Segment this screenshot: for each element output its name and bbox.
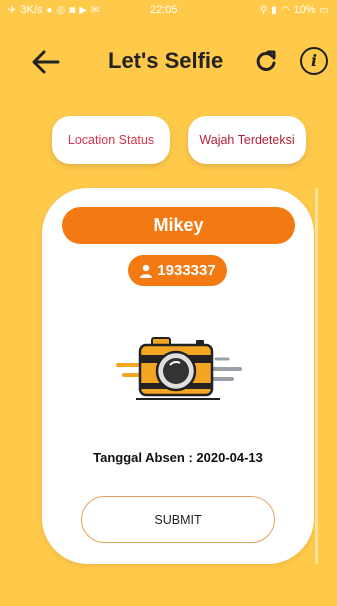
page-title: Let's Selfie (108, 48, 224, 73)
airplane-icon: ✈ (8, 4, 17, 16)
whatsapp-icon: ◎ (56, 4, 66, 16)
submit-button[interactable]: SUBMIT (81, 496, 275, 543)
refresh-icon (256, 50, 276, 71)
location-status-chip[interactable]: Location Status (52, 116, 170, 164)
status-right: ⚲ ▮ ◠ 10% ▭ (260, 4, 329, 16)
info-button[interactable]: i (300, 47, 328, 75)
face-detected-chip[interactable]: Wajah Terdeteksi (188, 116, 306, 164)
user-id-text: 1933337 (157, 262, 216, 279)
back-arrow-icon (32, 50, 60, 74)
camera-icon (116, 337, 242, 400)
refresh-button[interactable] (255, 49, 277, 73)
scrollbar[interactable] (315, 188, 318, 564)
mail-icon: ✉ (90, 4, 100, 16)
app-header: Let's Selfie i (0, 22, 337, 102)
instagram-icon: ◙ (69, 4, 76, 16)
wifi-icon: ◠ (280, 4, 290, 16)
camera-button[interactable] (116, 335, 244, 405)
attendance-date: Tanggal Absen : 2020-04-13 (93, 450, 263, 465)
clock: 22:05 (150, 4, 178, 16)
status-bar: ✈ 3K/s ● ◎ ◙ ▶ ✉ 22:05 ⚲ ▮ ◠ 10% ▭ (0, 0, 337, 22)
info-icon: i (310, 51, 318, 70)
battery-icon: ▭ (319, 4, 329, 16)
chat-icon: ● (46, 4, 53, 16)
user-name-badge: Mikey (62, 207, 295, 244)
user-id-badge: 1933337 (128, 255, 227, 286)
user-icon (140, 264, 153, 278)
network-speed: 3K/s (20, 4, 43, 16)
status-left: ✈ 3K/s ● ◎ ◙ ▶ ✉ (8, 4, 99, 16)
battery-percent: 10% (293, 4, 316, 16)
location-icon: ⚲ (259, 4, 268, 16)
vibrate-icon: ▮ (271, 4, 277, 16)
back-button[interactable] (30, 48, 62, 76)
youtube-icon: ▶ (79, 4, 87, 16)
